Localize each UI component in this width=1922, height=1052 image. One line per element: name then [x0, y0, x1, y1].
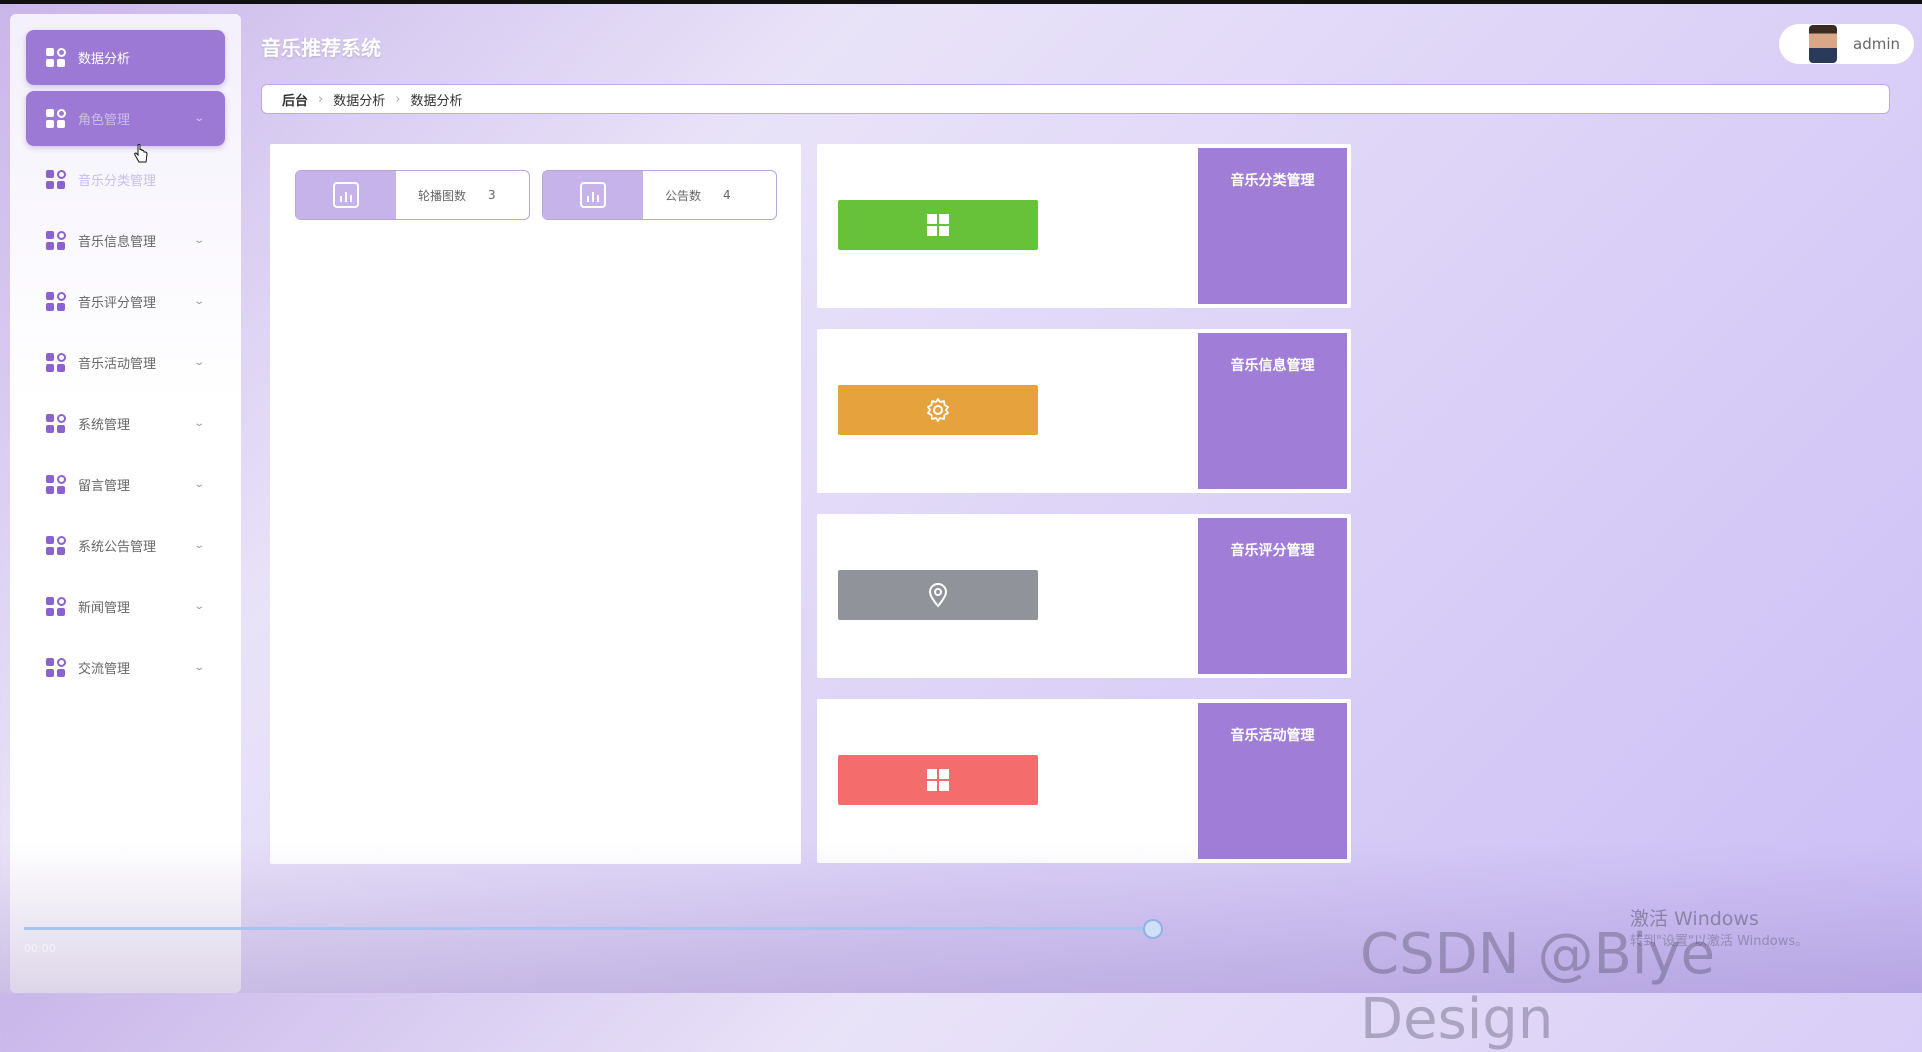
sidebar-item-label: 音乐分类管理	[78, 174, 157, 189]
sidebar-item-news[interactable]: 新闻管理 ⌄	[26, 579, 225, 634]
stat-label: 轮播图数	[418, 188, 467, 203]
chevron-right-icon: ›	[318, 91, 324, 107]
sidebar-item-music-category[interactable]: 音乐分类管理	[26, 152, 225, 207]
stat-label: 公告数	[665, 188, 702, 203]
stat-card-carousel: 轮播图数 3	[295, 170, 530, 220]
sidebar-item-music-activity[interactable]: 音乐活动管理 ⌄	[26, 335, 225, 390]
progress-knob[interactable]	[1143, 919, 1163, 939]
sidebar-item-label: 系统管理	[78, 418, 131, 433]
grid-icon	[46, 535, 66, 556]
card-title[interactable]: 音乐分类管理	[1198, 148, 1347, 304]
sidebar-item-label: 音乐活动管理	[78, 357, 157, 372]
sidebar-item-label: 留言管理	[78, 479, 131, 494]
sidebar-item-data-analysis[interactable]: 数据分析	[26, 30, 225, 85]
breadcrumb: 后台 › 数据分析 › 数据分析	[261, 84, 1890, 114]
chevron-down-icon: ⌄	[192, 113, 205, 124]
card-music-activity: 音乐活动管理	[817, 699, 1351, 863]
chevron-down-icon: ⌄	[192, 479, 205, 490]
user-name: admin	[1853, 35, 1900, 53]
grid-icon	[46, 352, 66, 373]
stat-icon-box	[296, 171, 396, 219]
chevron-down-icon: ⌄	[192, 601, 205, 612]
card-music-rating: 音乐评分管理	[817, 514, 1351, 678]
sidebar-item-role-management[interactable]: 角色管理 ⌄	[26, 91, 225, 146]
card-title[interactable]: 音乐信息管理	[1198, 333, 1347, 489]
card-button[interactable]	[838, 200, 1038, 250]
grid-icon	[46, 596, 66, 617]
grid-icon	[46, 474, 66, 495]
stat-card-announcements: 公告数 4	[542, 170, 777, 220]
hand-cursor-icon	[134, 144, 148, 163]
chevron-down-icon: ⌄	[192, 540, 205, 551]
card-button[interactable]	[838, 570, 1038, 620]
card-title[interactable]: 音乐活动管理	[1198, 703, 1347, 859]
stat-value: 4	[723, 188, 731, 202]
sidebar-item-label: 音乐信息管理	[78, 235, 157, 250]
sidebar-item-label: 新闻管理	[78, 601, 131, 616]
grid-icon	[46, 47, 66, 68]
user-menu[interactable]: admin	[1779, 24, 1914, 64]
sidebar-item-announcements[interactable]: 系统公告管理 ⌄	[26, 518, 225, 573]
bar-chart-icon	[580, 182, 606, 208]
top-border	[0, 0, 1922, 4]
sidebar-item-label: 数据分析	[78, 52, 131, 67]
gear-icon	[927, 398, 949, 422]
grid-icon	[46, 413, 66, 434]
sidebar-item-label: 角色管理	[78, 113, 131, 128]
stats-panel: 轮播图数 3 公告数 4	[270, 144, 801, 864]
sidebar-item-music-info[interactable]: 音乐信息管理 ⌄	[26, 213, 225, 268]
sidebar-item-label: 音乐评分管理	[78, 296, 157, 311]
app-title: 音乐推荐系统	[261, 36, 381, 60]
chevron-down-icon: ⌄	[192, 357, 205, 368]
grid-icon	[927, 769, 949, 791]
sidebar-item-label: 交流管理	[78, 662, 131, 677]
card-music-category: 音乐分类管理	[817, 144, 1351, 308]
card-button[interactable]	[838, 755, 1038, 805]
avatar	[1809, 25, 1837, 63]
chevron-down-icon: ⌄	[192, 662, 205, 673]
grid-icon	[46, 169, 66, 190]
sidebar-item-system[interactable]: 系统管理 ⌄	[26, 396, 225, 451]
card-music-info: 音乐信息管理	[817, 329, 1351, 493]
stat-value: 3	[488, 188, 496, 202]
grid-icon	[46, 657, 66, 678]
bar-chart-icon	[333, 182, 359, 208]
grid-icon	[46, 291, 66, 312]
grid-icon	[46, 108, 66, 129]
sidebar-item-exchange[interactable]: 交流管理 ⌄	[26, 640, 225, 695]
sidebar-item-label: 系统公告管理	[78, 540, 157, 555]
location-pin-icon	[928, 583, 948, 608]
grid-icon	[927, 214, 949, 236]
breadcrumb-item-home[interactable]: 后台	[282, 90, 308, 109]
breadcrumb-item-current: 数据分析	[410, 93, 463, 109]
sidebar-item-music-rating[interactable]: 音乐评分管理 ⌄	[26, 274, 225, 329]
chevron-right-icon: ›	[395, 91, 401, 107]
video-time: 00:00	[24, 942, 56, 955]
grid-icon	[46, 230, 66, 251]
card-title[interactable]: 音乐评分管理	[1198, 518, 1347, 674]
chevron-down-icon: ⌄	[192, 296, 205, 307]
watermark: CSDN @Biye Design	[1360, 922, 1716, 1052]
chevron-down-icon: ⌄	[192, 235, 205, 246]
breadcrumb-item[interactable]: 数据分析	[333, 90, 385, 109]
chevron-down-icon: ⌄	[192, 418, 205, 429]
card-button[interactable]	[838, 385, 1038, 435]
stat-icon-box	[543, 171, 643, 219]
video-progress-bar[interactable]	[24, 919, 1163, 939]
sidebar-item-messages[interactable]: 留言管理 ⌄	[26, 457, 225, 512]
